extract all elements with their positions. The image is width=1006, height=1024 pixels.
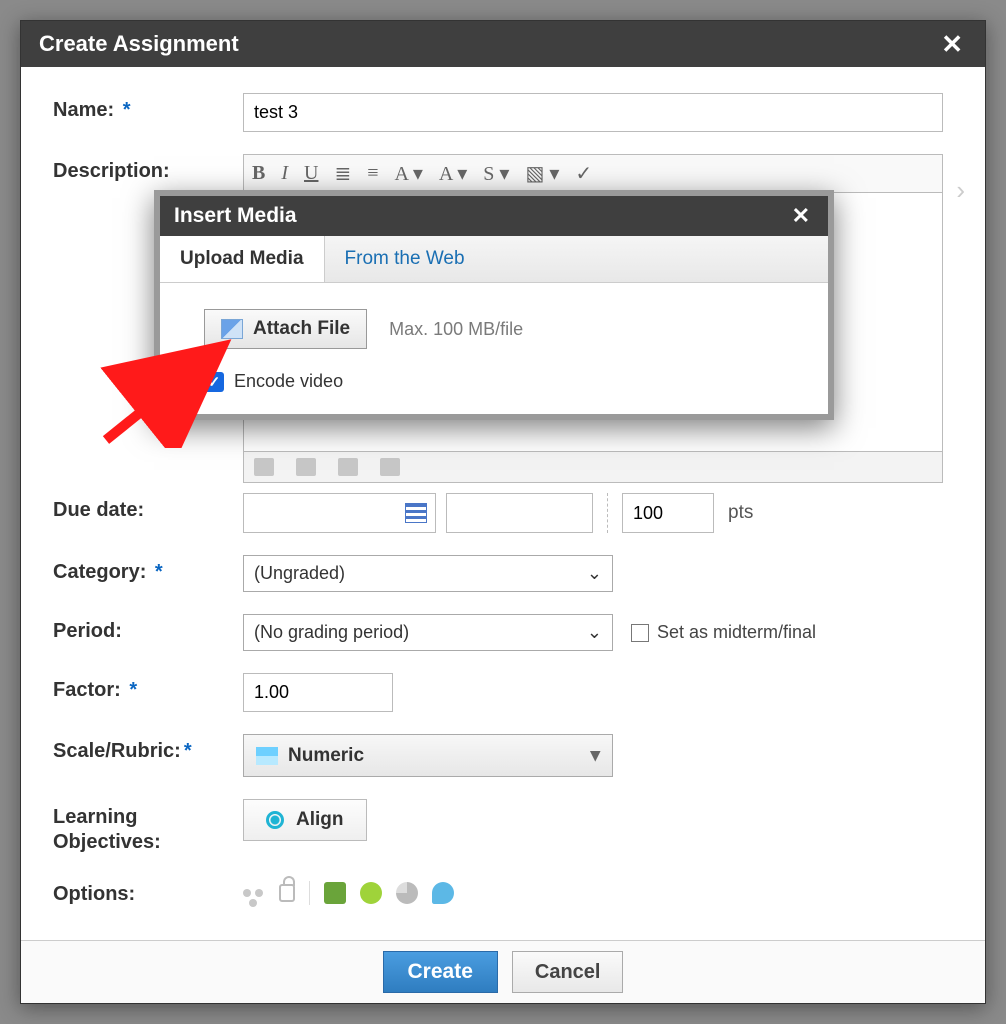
attach-file-button[interactable]: Attach File: [204, 309, 367, 349]
category-value: (Ungraded): [254, 563, 345, 584]
name-input[interactable]: [243, 93, 943, 132]
name-label: Name: *: [53, 93, 243, 122]
align-button[interactable]: Align: [243, 799, 367, 841]
due-time-input[interactable]: [446, 493, 593, 533]
required-mark: *: [124, 679, 137, 701]
tab-upload-media[interactable]: Upload Media: [160, 236, 325, 282]
create-button[interactable]: Create: [383, 951, 498, 993]
attach-label: Attach File: [253, 318, 350, 340]
encode-label: Encode video: [234, 371, 343, 392]
media-dialog-header: Insert Media ✕: [160, 196, 828, 236]
row-options: Options:: [53, 877, 953, 906]
due-date-label: Due date:: [53, 493, 243, 522]
chevron-down-icon: ⌄: [587, 622, 602, 643]
factor-input[interactable]: [243, 673, 393, 712]
name-label-text: Name:: [53, 99, 114, 121]
row-objectives: Learning Objectives: Align: [53, 799, 953, 855]
media-tabs: Upload Media From the Web: [160, 236, 828, 283]
lock-icon[interactable]: [279, 884, 295, 902]
row-due-date: Due date: pts: [53, 493, 953, 533]
attach-row: Attach File Max. 100 MB/file: [204, 309, 802, 349]
share-icon[interactable]: [243, 889, 251, 897]
factor-label: Factor: *: [53, 673, 243, 702]
status-icon[interactable]: [360, 882, 382, 904]
footer-icon-3[interactable]: [338, 458, 358, 476]
points-unit: pts: [728, 502, 753, 524]
divider: [607, 493, 608, 533]
midterm-checkbox[interactable]: [631, 624, 649, 642]
options-label: Options:: [53, 877, 243, 906]
category-label: Category: *: [53, 555, 243, 584]
editor-footer: [243, 452, 943, 483]
points-input[interactable]: [622, 493, 714, 533]
dialog-header: Create Assignment ✕: [21, 21, 985, 67]
due-date-input[interactable]: [243, 493, 436, 533]
row-scale: Scale/Rubric:* Numeric ▾: [53, 734, 953, 777]
unordered-list-icon[interactable]: ≡: [367, 162, 378, 185]
dialog-title: Create Assignment: [39, 31, 239, 57]
close-icon[interactable]: ✕: [788, 205, 814, 227]
period-label: Period:: [53, 614, 243, 643]
factor-label-text: Factor:: [53, 679, 121, 701]
description-label: Description:: [53, 154, 243, 183]
category-label-text: Category:: [53, 561, 146, 583]
media-body: Attach File Max. 100 MB/file ✓ Encode vi…: [160, 283, 828, 414]
divider: [309, 881, 310, 905]
create-assignment-dialog: Create Assignment ✕ Name: * Description:…: [20, 20, 986, 1004]
dialog-footer: Create Cancel: [21, 940, 985, 1003]
caret-down-icon: ▾: [590, 744, 600, 767]
scale-select[interactable]: Numeric ▾: [243, 734, 613, 777]
row-name: Name: *: [53, 93, 953, 132]
dropbox-icon[interactable]: [324, 882, 346, 904]
footer-icon-4[interactable]: [380, 458, 400, 476]
encode-checkbox[interactable]: ✓: [204, 372, 224, 392]
bold-icon[interactable]: B: [252, 162, 265, 185]
highlight-icon[interactable]: A ▾: [439, 161, 467, 186]
tab-from-web[interactable]: From the Web: [325, 236, 485, 282]
expand-editor-icon[interactable]: ›: [956, 175, 965, 206]
category-select[interactable]: (Ungraded) ⌄: [243, 555, 613, 592]
calendar-icon: [405, 503, 427, 523]
stats-icon[interactable]: [396, 882, 418, 904]
media-title: Insert Media: [174, 204, 297, 228]
required-mark: *: [117, 99, 130, 121]
close-icon[interactable]: ✕: [937, 31, 967, 57]
row-factor: Factor: *: [53, 673, 953, 712]
row-category: Category: * (Ungraded) ⌄: [53, 555, 953, 592]
target-icon: [266, 811, 284, 829]
chevron-down-icon: ⌄: [587, 563, 602, 584]
cancel-button[interactable]: Cancel: [512, 951, 624, 993]
underline-icon[interactable]: U: [304, 162, 318, 185]
period-value: (No grading period): [254, 622, 409, 643]
italic-icon[interactable]: I: [281, 162, 288, 185]
strike-icon[interactable]: S ▾: [483, 161, 509, 186]
numeric-icon: [256, 747, 278, 765]
ordered-list-icon[interactable]: ≣: [334, 161, 351, 186]
scale-label-text: Scale/Rubric:: [53, 740, 181, 762]
comment-icon[interactable]: [432, 882, 454, 904]
max-file-note: Max. 100 MB/file: [389, 319, 523, 340]
midterm-label: Set as midterm/final: [657, 622, 816, 643]
encode-row[interactable]: ✓ Encode video: [204, 371, 802, 392]
editor-toolbar: B I U ≣ ≡ A ▾ A ▾ S ▾ ▧ ▾ ✓: [243, 154, 943, 192]
options-icons: [243, 877, 953, 905]
footer-icon-1[interactable]: [254, 458, 274, 476]
period-select[interactable]: (No grading period) ⌄: [243, 614, 613, 651]
midterm-checkbox-row[interactable]: Set as midterm/final: [631, 622, 816, 643]
insert-media-dialog: Insert Media ✕ Upload Media From the Web…: [154, 190, 834, 420]
scale-label: Scale/Rubric:*: [53, 734, 243, 763]
objectives-label: Learning Objectives:: [53, 799, 243, 855]
align-label: Align: [296, 809, 344, 831]
spellcheck-icon[interactable]: ✓: [575, 161, 592, 186]
required-mark: *: [149, 561, 162, 583]
scale-value: Numeric: [288, 745, 580, 767]
required-mark: *: [184, 740, 192, 762]
row-period: Period: (No grading period) ⌄ Set as mid…: [53, 614, 953, 651]
footer-icon-2[interactable]: [296, 458, 316, 476]
font-color-icon[interactable]: A ▾: [395, 161, 423, 186]
insert-icon[interactable]: ▧ ▾: [525, 161, 559, 186]
attach-icon: [221, 319, 243, 339]
